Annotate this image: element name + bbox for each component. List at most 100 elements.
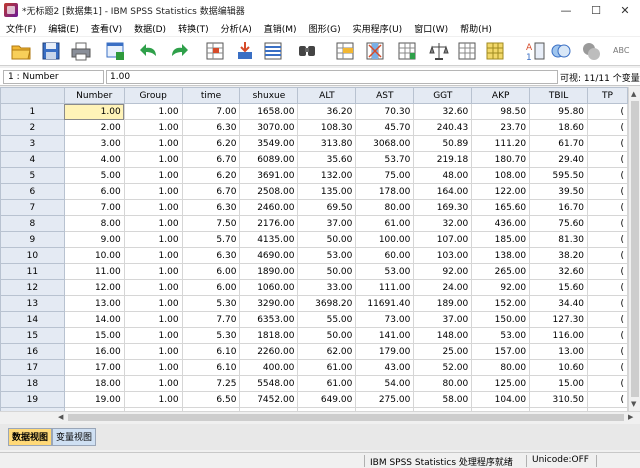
cell-ggt[interactable]: 240.43 [413, 119, 473, 136]
cell-number[interactable]: 5.00 [63, 167, 125, 184]
menu-file[interactable]: 文件(F) [0, 22, 42, 35]
cell-tbil[interactable]: 38.20 [529, 247, 589, 264]
recall-dialog-icon[interactable] [104, 40, 126, 62]
cell-alt[interactable]: 37.00 [297, 215, 357, 232]
cell-tbil[interactable]: 81.30 [529, 231, 589, 248]
cell-ggt[interactable]: 189.00 [413, 295, 473, 312]
row-number[interactable]: 10 [0, 247, 65, 264]
cell-number[interactable]: 4.00 [63, 151, 125, 168]
value-labels-icon[interactable] [484, 40, 506, 62]
cell-tbil[interactable]: 18.60 [529, 119, 589, 136]
cell-time[interactable]: 6.70 [181, 151, 241, 168]
cell-group[interactable]: 1.00 [123, 279, 183, 296]
cell-number[interactable]: 11.00 [63, 263, 125, 280]
cell-ggt[interactable]: 107.00 [413, 231, 473, 248]
cell-time[interactable]: 7.50 [181, 215, 241, 232]
cell-shuxue[interactable]: 6353.00 [239, 311, 299, 328]
cell-alt[interactable]: 50.00 [297, 263, 357, 280]
cell-tp[interactable]: ( [587, 311, 628, 328]
cell-shuxue[interactable]: 4690.00 [239, 247, 299, 264]
cell-time[interactable]: 5.30 [181, 295, 241, 312]
cell-time[interactable]: 6.70 [181, 183, 241, 200]
cell-ast[interactable]: 70.30 [355, 103, 415, 120]
cell-group[interactable]: 1.00 [123, 135, 183, 152]
cell-akp[interactable]: 111.20 [471, 135, 531, 152]
row-number[interactable]: 3 [0, 135, 65, 152]
cell-tbil[interactable]: 310.50 [529, 391, 589, 408]
menu-analyze[interactable]: 分析(A) [215, 22, 258, 35]
cell-alt[interactable]: 55.00 [297, 311, 357, 328]
cell-tbil[interactable]: 34.40 [529, 295, 589, 312]
cell-shuxue[interactable]: 6089.00 [239, 151, 299, 168]
column-header-ggt[interactable]: GGT [413, 87, 473, 104]
cell-shuxue[interactable]: 4135.00 [239, 231, 299, 248]
cell-number[interactable]: 12.00 [63, 279, 125, 296]
cell-ggt[interactable]: 164.00 [413, 183, 473, 200]
cell-ast[interactable]: 45.70 [355, 119, 415, 136]
menu-utilities[interactable]: 实用程序(U) [347, 22, 409, 35]
open-folder-icon[interactable] [10, 40, 32, 62]
cell-ggt[interactable]: 219.18 [413, 151, 473, 168]
cell-ggt[interactable]: 50.89 [413, 135, 473, 152]
cell-shuxue[interactable]: 3691.00 [239, 167, 299, 184]
row-number[interactable]: 17 [0, 359, 65, 376]
cell-shuxue[interactable]: 5548.00 [239, 375, 299, 392]
cell-tbil[interactable]: 15.60 [529, 279, 589, 296]
cell-tbil[interactable]: 116.00 [529, 327, 589, 344]
cell-ggt[interactable]: 25.00 [413, 343, 473, 360]
cell-time[interactable]: 6.10 [181, 359, 241, 376]
cell-alt[interactable]: 132.00 [297, 167, 357, 184]
cell-tp[interactable]: ( [587, 327, 628, 344]
cell-tbil[interactable]: 15.00 [529, 375, 589, 392]
horizontal-scroll-thumb[interactable] [68, 414, 624, 421]
spell-check-icon[interactable] [580, 40, 602, 62]
maximize-button[interactable]: ☐ [581, 0, 611, 20]
cell-ggt[interactable]: 37.00 [413, 311, 473, 328]
cell-shuxue[interactable]: 3290.00 [239, 295, 299, 312]
cell-time[interactable]: 5.30 [181, 327, 241, 344]
scroll-left-arrow-icon[interactable]: ◀ [58, 412, 63, 422]
vertical-scroll-thumb[interactable] [631, 101, 639, 397]
cell-akp[interactable]: 265.00 [471, 263, 531, 280]
cell-ggt[interactable]: 32.60 [413, 103, 473, 120]
cell-tp[interactable]: ( [587, 359, 628, 376]
cell-alt[interactable]: 33.00 [297, 279, 357, 296]
cell-tp[interactable]: ( [587, 391, 628, 408]
cell-ast[interactable]: 75.00 [355, 167, 415, 184]
cell-shuxue[interactable]: 1890.00 [239, 263, 299, 280]
cell-akp[interactable]: 436.00 [471, 215, 531, 232]
grid-corner[interactable] [0, 87, 65, 104]
cell-alt[interactable]: 50.00 [297, 327, 357, 344]
cell-tp[interactable]: ( [587, 263, 628, 280]
cell-tp[interactable]: ( [587, 167, 628, 184]
tab-data-view[interactable]: 数据视图 [8, 428, 53, 446]
cell-time[interactable]: 6.30 [181, 199, 241, 216]
cell-group[interactable]: 1.00 [123, 199, 183, 216]
cell-ast[interactable]: 53.00 [355, 263, 415, 280]
cell-group[interactable]: 1.00 [123, 167, 183, 184]
cell-time[interactable]: 6.10 [181, 343, 241, 360]
scroll-up-arrow-icon[interactable]: ▲ [631, 89, 636, 99]
cell-tbil[interactable]: 39.50 [529, 183, 589, 200]
row-number[interactable]: 19 [0, 391, 65, 408]
cell-group[interactable]: 1.00 [123, 119, 183, 136]
cell-number[interactable]: 7.00 [63, 199, 125, 216]
column-header-tp[interactable]: TP [587, 87, 628, 104]
row-number[interactable]: 14 [0, 311, 65, 328]
cell-shuxue[interactable]: 2260.00 [239, 343, 299, 360]
cell-akp[interactable]: 23.70 [471, 119, 531, 136]
cell-tp[interactable]: ( [587, 199, 628, 216]
cell-group[interactable]: 1.00 [123, 215, 183, 232]
column-header-time[interactable]: time [181, 87, 241, 104]
cell-akp[interactable]: 152.00 [471, 295, 531, 312]
cell-tbil[interactable]: 75.60 [529, 215, 589, 232]
cell-number[interactable]: 18.00 [63, 375, 125, 392]
cell-number[interactable]: 14.00 [63, 311, 125, 328]
cell-tbil[interactable]: 10.60 [529, 359, 589, 376]
cell-alt[interactable]: 62.00 [297, 343, 357, 360]
row-number[interactable]: 1 [0, 103, 65, 120]
column-header-group[interactable]: Group [123, 87, 183, 104]
cell-alt[interactable]: 53.00 [297, 247, 357, 264]
row-number[interactable]: 6 [0, 183, 65, 200]
cell-alt[interactable]: 50.00 [297, 231, 357, 248]
